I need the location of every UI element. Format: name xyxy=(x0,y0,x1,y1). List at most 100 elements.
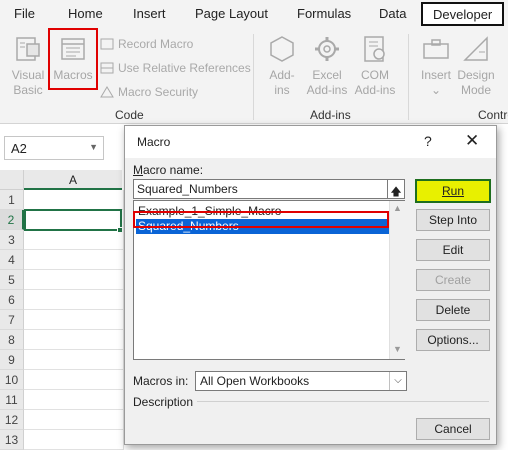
row-header[interactable]: 9 xyxy=(0,350,24,370)
tab-file[interactable]: File xyxy=(14,6,35,21)
macro-security-label: Macro Security xyxy=(118,85,199,99)
add-ins-label-2: ins xyxy=(274,83,290,97)
macros-in-select[interactable]: All Open Workbooks ⌵ xyxy=(195,371,407,391)
column-header-a[interactable]: A xyxy=(24,170,122,190)
relative-references-label: Use Relative References xyxy=(118,61,251,75)
chevron-down-icon[interactable]: ⌵ xyxy=(389,372,406,390)
excel-add-ins-label-2: Add-ins xyxy=(306,83,348,97)
options-button[interactable]: Options... xyxy=(416,329,490,351)
relative-references-icon xyxy=(100,62,114,74)
cell-a6[interactable] xyxy=(24,290,124,310)
delete-button[interactable]: Delete xyxy=(416,299,490,321)
cell-a10[interactable] xyxy=(24,370,124,390)
row-header[interactable]: 6 xyxy=(0,290,24,310)
row-header[interactable]: 13 xyxy=(0,430,24,450)
chevron-down-icon[interactable]: ▼ xyxy=(89,142,98,152)
row-header[interactable]: 3 xyxy=(0,230,24,250)
row-header[interactable]: 5 xyxy=(0,270,24,290)
excel-add-ins-label-1: Excel xyxy=(312,68,342,82)
cell-a3[interactable] xyxy=(24,230,124,250)
name-box[interactable]: A2 ▼ xyxy=(4,136,104,160)
macros-highlight xyxy=(48,28,98,90)
ribbon-tabs: File Home Insert Page Layout Formulas Da… xyxy=(0,0,508,28)
cell-a1[interactable] xyxy=(24,190,124,210)
tab-developer[interactable]: Developer xyxy=(421,2,505,26)
design-mode-label-1: Design xyxy=(457,68,495,82)
design-mode-icon xyxy=(463,36,488,61)
cell-a13[interactable] xyxy=(24,430,124,450)
row-header[interactable]: 2 xyxy=(0,210,24,230)
add-ins-label-1: Add- xyxy=(269,68,295,82)
cell-a5[interactable] xyxy=(24,270,124,290)
design-mode-button[interactable]: Design Mode xyxy=(456,34,496,98)
visual-basic-button[interactable]: Visual Basic xyxy=(6,34,50,98)
add-ins-button[interactable]: Add- ins xyxy=(262,34,302,98)
com-add-ins-button[interactable]: COM Add-ins xyxy=(352,34,398,98)
macro-security-button[interactable]: Macro Security xyxy=(100,85,198,99)
cancel-button[interactable]: Cancel xyxy=(416,418,490,440)
dialog-title-bar: Macro ? ✕ xyxy=(125,126,496,158)
edit-button[interactable]: Edit xyxy=(416,239,490,261)
add-ins-icon xyxy=(270,36,294,62)
scroll-down-icon[interactable]: ▼ xyxy=(393,344,402,354)
visual-basic-icon xyxy=(16,37,40,61)
ribbon-separator xyxy=(253,34,254,120)
row-header[interactable]: 11 xyxy=(0,390,24,410)
group-controls-label: Contro xyxy=(478,108,508,122)
step-into-button[interactable]: Step Into xyxy=(416,209,490,231)
dialog-title: Macro xyxy=(137,135,171,149)
tab-formulas[interactable]: Formulas xyxy=(297,6,351,21)
row-header[interactable]: 8 xyxy=(0,330,24,350)
scroll-up-icon[interactable]: ▲ xyxy=(393,203,402,213)
cell-a9[interactable] xyxy=(24,350,124,370)
cell-a4[interactable] xyxy=(24,250,124,270)
macro-name-input[interactable]: Squared_Numbers xyxy=(133,179,389,199)
relative-references-button[interactable]: Use Relative References xyxy=(100,61,251,75)
tab-data[interactable]: Data xyxy=(379,6,406,21)
macros-in-value: All Open Workbooks xyxy=(200,374,310,388)
run-label: Run xyxy=(441,184,464,198)
fill-handle[interactable] xyxy=(117,227,123,233)
cell-a12[interactable] xyxy=(24,410,124,430)
macro-dialog: Macro ? ✕ Macro name: Squared_Numbers 🡅 … xyxy=(124,125,497,445)
help-button[interactable]: ? xyxy=(424,133,432,149)
cell-a7[interactable] xyxy=(24,310,124,330)
row-header[interactable]: 1 xyxy=(0,190,24,210)
macros-in-label: Macros in: xyxy=(133,374,189,388)
name-box-value: A2 xyxy=(11,141,27,156)
warning-icon xyxy=(100,86,114,98)
row-header[interactable]: 4 xyxy=(0,250,24,270)
tab-insert[interactable]: Insert xyxy=(133,6,166,21)
description-label: Description xyxy=(133,395,194,409)
row-header[interactable]: 10 xyxy=(0,370,24,390)
cell-a11[interactable] xyxy=(24,390,124,410)
com-add-ins-label-1: COM xyxy=(361,68,389,82)
create-button[interactable]: Create xyxy=(416,269,490,291)
tab-home[interactable]: Home xyxy=(68,6,103,21)
record-macro-icon xyxy=(100,38,114,50)
upload-arrow-icon[interactable]: 🡅 xyxy=(387,179,405,199)
com-add-ins-label-2: Add-ins xyxy=(354,83,396,97)
selection-highlight xyxy=(133,211,389,228)
row-header[interactable]: 7 xyxy=(0,310,24,330)
chevron-down-icon: ⌄ xyxy=(430,83,442,97)
ribbon-developer: Visual Basic Macros Record Macro Use Rel… xyxy=(0,28,508,124)
row-header[interactable]: 12 xyxy=(0,410,24,430)
cell-a8[interactable] xyxy=(24,330,124,350)
macro-name-label: Macro name: xyxy=(133,163,204,177)
gear-icon xyxy=(315,37,339,61)
select-all-corner[interactable] xyxy=(0,170,24,190)
toolbox-icon xyxy=(423,39,449,59)
design-mode-label-2: Mode xyxy=(460,83,492,97)
record-macro-label: Record Macro xyxy=(118,37,194,51)
run-button[interactable]: Run xyxy=(415,179,491,203)
close-button[interactable]: ✕ xyxy=(465,131,479,151)
list-scrollbar[interactable]: ▲ ▼ xyxy=(389,201,405,359)
active-cell-a2[interactable] xyxy=(24,209,122,231)
description-divider xyxy=(197,401,489,402)
tab-page-layout[interactable]: Page Layout xyxy=(195,6,268,21)
excel-add-ins-button[interactable]: Excel Add-ins xyxy=(304,34,350,98)
insert-control-button[interactable]: Insert ⌄ xyxy=(416,34,456,98)
group-code-label: Code xyxy=(115,108,144,122)
record-macro-button[interactable]: Record Macro xyxy=(100,37,193,51)
